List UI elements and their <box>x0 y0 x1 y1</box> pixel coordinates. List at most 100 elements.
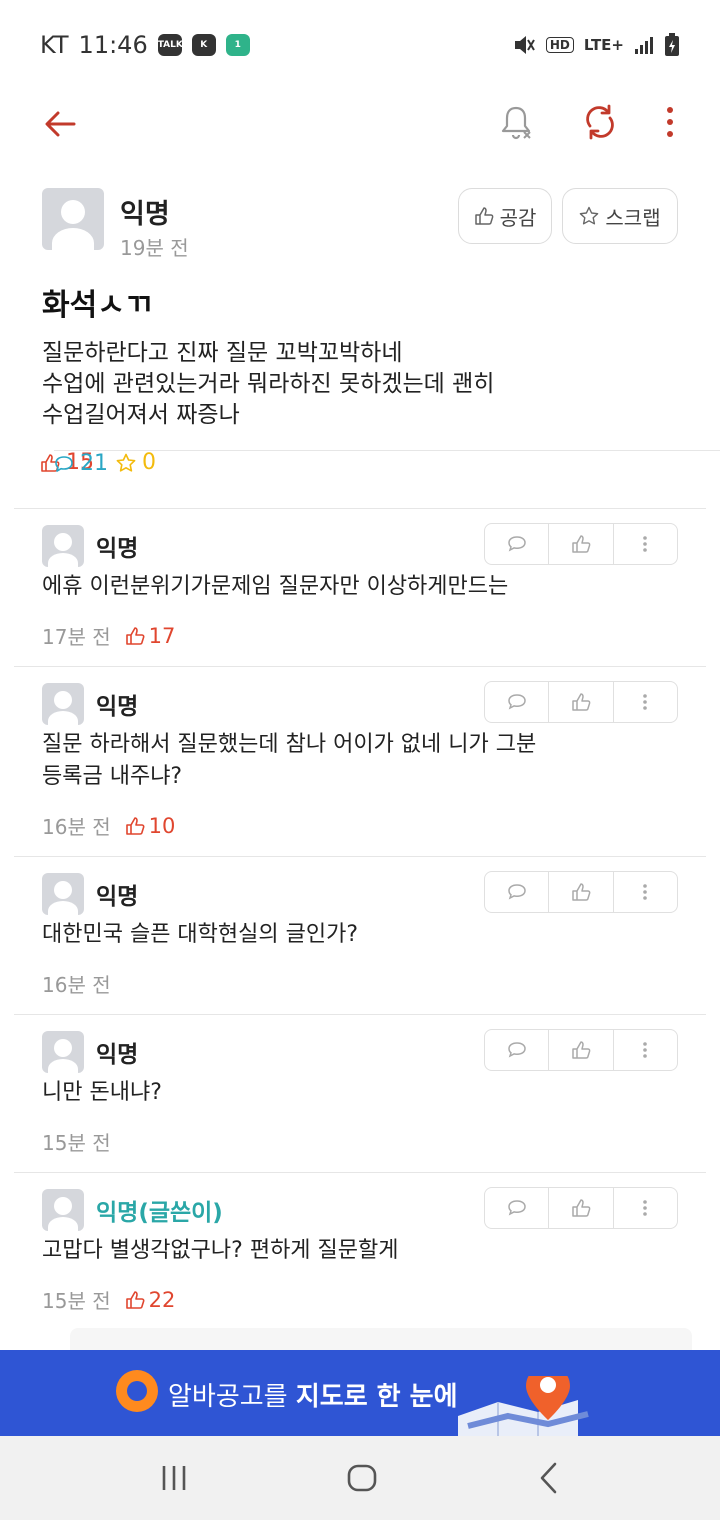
speech-bubble-icon <box>507 884 526 900</box>
more-vertical-icon <box>643 884 648 900</box>
comment-actions <box>484 681 678 723</box>
scrap-button[interactable]: 스크랩 <box>562 188 678 244</box>
back-arrow-icon[interactable] <box>40 104 80 144</box>
comment-more-button[interactable] <box>614 682 677 722</box>
hd-indicator: HD <box>545 37 574 53</box>
comment-more-button[interactable] <box>614 524 677 564</box>
back-nav-icon[interactable] <box>530 1458 570 1498</box>
post-body-line: 수업에 관련있는거라 뭐라하진 못하겠는데 괜히 <box>42 371 495 397</box>
notification-off-bell-icon[interactable] <box>496 102 536 142</box>
empathy-button[interactable]: 공감 <box>458 188 552 244</box>
post-body-line: 질문하란다고 진짜 질문 꼬박꼬박하네 <box>42 340 403 366</box>
comment-text: 에휴 이런분위기가문제임 질문자만 이상하게만드는 <box>42 571 682 603</box>
comment-like-button[interactable] <box>549 872 614 912</box>
reply-button[interactable] <box>485 872 550 912</box>
comment-item: 익명 니만 돈내냐? 15분 전 <box>14 1014 706 1172</box>
thumbs-up-icon <box>572 1041 591 1059</box>
post-time: 19분 전 <box>120 236 189 260</box>
comment-item: 익명 에휴 이런분위기가문제임 질문자만 이상하게만드는 17분 전 17 <box>14 508 706 666</box>
more-vertical-icon <box>643 1200 648 1216</box>
comment-like-button[interactable] <box>549 1188 614 1228</box>
comment-actions <box>484 523 678 565</box>
comment-text-line: 대한민국 슬픈 대학현실의 글인가? <box>42 922 359 947</box>
post-author: 익명 <box>120 199 170 230</box>
comment-author-writer: 익명(글쓴이) <box>96 1200 223 1226</box>
comment-author: 익명 <box>96 536 139 562</box>
avatar <box>42 1189 84 1231</box>
more-vertical-icon <box>643 536 648 552</box>
refresh-icon[interactable] <box>580 102 620 142</box>
comment-like-button[interactable] <box>549 682 614 722</box>
comment-text: 고맙다 별생각없구나? 편하게 질문할게 <box>42 1235 682 1267</box>
speech-bubble-icon <box>507 536 526 552</box>
comment-time: 15분 전 <box>42 1131 111 1155</box>
battery-icon <box>665 33 679 56</box>
banner-text-normal: 알바공고를 <box>168 1382 296 1412</box>
comment-meta: 16분 전 10 <box>42 811 175 840</box>
comment-item: 익명 대한민국 슬픈 대학현실의 글인가? 16분 전 <box>14 856 706 1014</box>
comment-time: 16분 전 <box>42 973 111 997</box>
speech-bubble-icon <box>507 1200 526 1216</box>
comment-meta: 17분 전 17 <box>42 621 175 650</box>
thumbs-up-icon <box>572 883 591 901</box>
comment-meta: 15분 전 <box>42 1127 111 1156</box>
reply-button[interactable] <box>485 1188 550 1228</box>
network-indicator: LTE+ <box>583 36 624 54</box>
comment-like-count: 17 <box>125 623 176 648</box>
comment-text: 니만 돈내냐? <box>42 1077 682 1109</box>
comment-like-value: 17 <box>148 623 176 648</box>
banner-text: 알바공고를 지도로 한 눈에 <box>168 1376 458 1413</box>
system-nav-bar <box>0 1436 720 1520</box>
star-icon <box>580 206 599 225</box>
comment-more-button[interactable] <box>614 1188 677 1228</box>
avatar <box>42 525 84 567</box>
thumbs-up-icon <box>474 207 494 225</box>
speech-bubble-icon <box>507 1042 526 1058</box>
map-pin-icon <box>458 1376 589 1436</box>
comment-text-line: 고맙다 별생각없구나? 편하게 질문할게 <box>42 1238 399 1263</box>
comment-more-button[interactable] <box>614 872 677 912</box>
speech-bubble-icon <box>507 694 526 710</box>
comment-text: 대한민국 슬픈 대학현실의 글인가? <box>42 919 682 951</box>
comment-text-line: 질문 하라해서 질문했는데 참나 어이가 없네 니가 그분 <box>42 732 537 757</box>
speech-bubble-icon <box>55 455 73 472</box>
reply-button[interactable] <box>485 1030 550 1070</box>
post-title: 화석ㅅㄲ <box>42 288 153 323</box>
avatar <box>42 188 104 250</box>
scrap-label: 스크랩 <box>605 205 661 230</box>
post-stats: 15 21 0 <box>40 450 720 476</box>
reply-button[interactable] <box>485 682 550 722</box>
post-body: 질문하란다고 진짜 질문 꼬박꼬박하네 수업에 관련있는거라 뭐라하진 못하겠는… <box>42 338 682 431</box>
comment-meta: 16분 전 <box>42 969 111 998</box>
comment-text: 질문 하라해서 질문했는데 참나 어이가 없네 니가 그분 등록금 내주냐? <box>42 729 682 793</box>
comment-text-line: 니만 돈내냐? <box>42 1080 162 1105</box>
comment-more-button[interactable] <box>614 1030 677 1070</box>
carrier-label: KT <box>40 31 69 59</box>
more-vertical-icon <box>643 694 648 710</box>
more-vertical-icon[interactable] <box>652 102 688 142</box>
comment-like-button[interactable] <box>549 524 614 564</box>
thumbs-up-icon <box>125 1290 145 1309</box>
mute-icon <box>514 36 535 54</box>
thumbs-up-icon <box>125 626 145 645</box>
comment-text-line: 등록금 내주냐? <box>42 764 183 789</box>
comment-author: 익명 <box>96 1042 139 1068</box>
app-icon: 1 <box>225 34 250 56</box>
reply-button[interactable] <box>485 524 550 564</box>
top-bar <box>0 92 720 154</box>
recent-apps-icon[interactable] <box>154 1458 194 1498</box>
comment-item: 익명 질문 하라해서 질문했는데 참나 어이가 없네 니가 그분 등록금 내주냐… <box>14 666 706 856</box>
comment-meta: 15분 전 22 <box>42 1285 175 1314</box>
comment-count: 21 <box>54 450 720 476</box>
comment-like-button[interactable] <box>549 1030 614 1070</box>
post-body-line: 수업길어져서 짜증나 <box>42 402 240 428</box>
home-icon[interactable] <box>342 1458 382 1498</box>
comment-count-value: 21 <box>80 451 108 476</box>
comment-actions <box>484 1029 678 1071</box>
avatar <box>42 683 84 725</box>
thumbs-up-icon <box>125 816 145 835</box>
comment-author: 익명 <box>96 694 139 720</box>
avatar <box>42 1031 84 1073</box>
ad-banner[interactable]: 알바공고를 지도로 한 눈에 <box>0 1350 720 1436</box>
comment-like-value: 22 <box>148 1287 176 1312</box>
